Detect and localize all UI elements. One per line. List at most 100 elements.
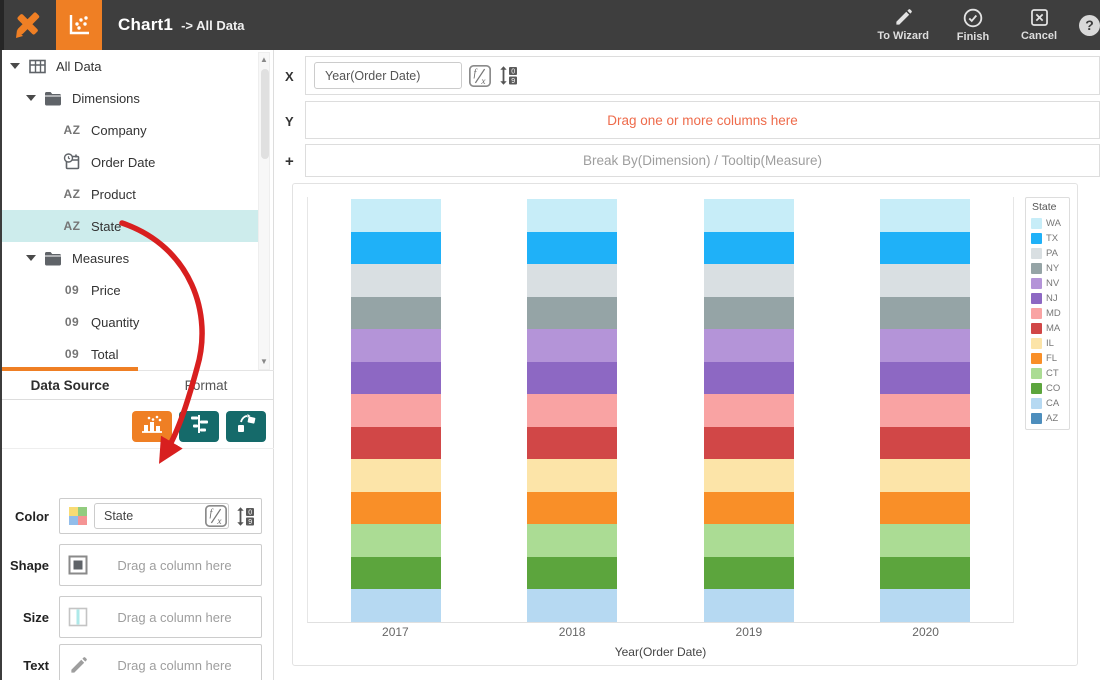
bar-segment-NY[interactable] bbox=[880, 297, 970, 330]
transpose-chart-type-button[interactable] bbox=[226, 411, 266, 442]
tree-item-total[interactable]: 09Total bbox=[2, 338, 258, 370]
sort-order-button[interactable]: 09 bbox=[499, 65, 518, 86]
bar-segment-FL[interactable] bbox=[527, 492, 617, 525]
bar-segment-NJ[interactable] bbox=[880, 362, 970, 395]
legend-item-CT[interactable]: CT bbox=[1026, 366, 1069, 381]
app-logo-icon[interactable] bbox=[0, 0, 56, 50]
bar-segment-CT[interactable] bbox=[704, 524, 794, 557]
bar-segment-CO[interactable] bbox=[880, 557, 970, 590]
tree-item-all-data[interactable]: All Data bbox=[2, 50, 258, 82]
color-drop-zone[interactable]: Statefx 09 bbox=[59, 498, 262, 534]
bar-chart-type-button[interactable] bbox=[132, 411, 172, 442]
bar-segment-PA[interactable] bbox=[880, 264, 970, 297]
legend-item-IL[interactable]: IL bbox=[1026, 336, 1069, 351]
bar-segment-MD[interactable] bbox=[880, 394, 970, 427]
legend-item-PA[interactable]: PA bbox=[1026, 246, 1069, 261]
butterfly-chart-type-button[interactable] bbox=[179, 411, 219, 442]
bar-segment-TX[interactable] bbox=[880, 232, 970, 265]
bar-segment-MD[interactable] bbox=[527, 394, 617, 427]
bar-segment-PA[interactable] bbox=[704, 264, 794, 297]
bar-segment-WA[interactable] bbox=[351, 199, 441, 232]
bar-segment-WA[interactable] bbox=[704, 199, 794, 232]
bar-segment-CT[interactable] bbox=[880, 524, 970, 557]
bar-segment-CO[interactable] bbox=[527, 557, 617, 590]
bar-segment-FL[interactable] bbox=[880, 492, 970, 525]
stacked-bar-2018[interactable] bbox=[527, 199, 617, 622]
bar-segment-TX[interactable] bbox=[351, 232, 441, 265]
fx-formula-button[interactable]: fx bbox=[468, 64, 492, 88]
tree-item-dimensions[interactable]: Dimensions bbox=[2, 82, 258, 114]
scrollbar-thumb[interactable] bbox=[261, 69, 269, 159]
color-column-pill[interactable]: Statefx bbox=[94, 503, 229, 529]
legend-item-NJ[interactable]: NJ bbox=[1026, 291, 1069, 306]
caret-down-icon[interactable] bbox=[26, 255, 36, 261]
bar-segment-CT[interactable] bbox=[351, 524, 441, 557]
tree-item-state[interactable]: AZState bbox=[2, 210, 258, 242]
bar-segment-WA[interactable] bbox=[527, 199, 617, 232]
shape-drop-zone[interactable]: Drag a column here bbox=[59, 544, 262, 586]
bar-segment-IL[interactable] bbox=[351, 459, 441, 492]
bar-segment-IL[interactable] bbox=[527, 459, 617, 492]
bar-segment-MD[interactable] bbox=[704, 394, 794, 427]
tab-data-source[interactable]: Data Source bbox=[2, 371, 138, 399]
fx-formula-button[interactable]: fx bbox=[204, 504, 228, 528]
bar-segment-NY[interactable] bbox=[704, 297, 794, 330]
bar-segment-NJ[interactable] bbox=[704, 362, 794, 395]
legend-item-WA[interactable]: WA bbox=[1026, 216, 1069, 231]
finish-button[interactable]: Finish bbox=[951, 8, 995, 43]
bar-segment-MA[interactable] bbox=[880, 427, 970, 460]
bar-segment-PA[interactable] bbox=[527, 264, 617, 297]
chart-module-tab[interactable] bbox=[56, 0, 102, 50]
tree-scrollbar[interactable]: ▲ ▼ bbox=[258, 52, 270, 370]
tree-item-product[interactable]: AZProduct bbox=[2, 178, 258, 210]
bar-segment-NY[interactable] bbox=[527, 297, 617, 330]
bar-segment-MA[interactable] bbox=[527, 427, 617, 460]
tree-item-price[interactable]: 09Price bbox=[2, 274, 258, 306]
bar-segment-NJ[interactable] bbox=[351, 362, 441, 395]
bar-segment-CO[interactable] bbox=[704, 557, 794, 590]
cancel-button[interactable]: Cancel bbox=[1017, 8, 1061, 42]
caret-down-icon[interactable] bbox=[26, 95, 36, 101]
break-by-drop-zone[interactable]: Break By(Dimension) / Tooltip(Measure) bbox=[305, 144, 1100, 177]
bar-segment-CA[interactable] bbox=[351, 589, 441, 622]
tree-item-order-date[interactable]: Order Date bbox=[2, 146, 258, 178]
bar-segment-MD[interactable] bbox=[351, 394, 441, 427]
bar-segment-NJ[interactable] bbox=[527, 362, 617, 395]
legend-item-AZ[interactable]: AZ bbox=[1026, 411, 1069, 426]
legend-item-FL[interactable]: FL bbox=[1026, 351, 1069, 366]
bar-segment-NY[interactable] bbox=[351, 297, 441, 330]
bar-segment-CO[interactable] bbox=[351, 557, 441, 590]
scroll-down-icon[interactable]: ▼ bbox=[260, 355, 268, 369]
legend-item-CO[interactable]: CO bbox=[1026, 381, 1069, 396]
bar-segment-IL[interactable] bbox=[704, 459, 794, 492]
help-button[interactable]: ? bbox=[1079, 15, 1100, 36]
stacked-bar-2019[interactable] bbox=[704, 199, 794, 622]
legend-item-MA[interactable]: MA bbox=[1026, 321, 1069, 336]
bar-segment-WA[interactable] bbox=[880, 199, 970, 232]
sort-order-button[interactable]: 09 bbox=[236, 506, 255, 527]
tree-item-company[interactable]: AZCompany bbox=[2, 114, 258, 146]
y-axis-drop-zone[interactable]: Drag one or more columns here bbox=[305, 101, 1100, 139]
x-axis-drop-zone[interactable]: Year(Order Date) fx 09 bbox=[305, 56, 1100, 95]
bar-segment-FL[interactable] bbox=[704, 492, 794, 525]
bar-segment-CA[interactable] bbox=[880, 589, 970, 622]
tab-format[interactable]: Format bbox=[138, 371, 274, 399]
text-drop-zone[interactable]: Drag a column here bbox=[59, 644, 262, 680]
bar-segment-CA[interactable] bbox=[527, 589, 617, 622]
bar-segment-NV[interactable] bbox=[704, 329, 794, 362]
stacked-bar-2017[interactable] bbox=[351, 199, 441, 622]
bar-segment-NV[interactable] bbox=[880, 329, 970, 362]
legend-item-MD[interactable]: MD bbox=[1026, 306, 1069, 321]
x-column-pill[interactable]: Year(Order Date) bbox=[314, 62, 462, 89]
bar-segment-MA[interactable] bbox=[351, 427, 441, 460]
bar-segment-CA[interactable] bbox=[704, 589, 794, 622]
stacked-bar-2020[interactable] bbox=[880, 199, 970, 622]
caret-down-icon[interactable] bbox=[10, 63, 20, 69]
scroll-up-icon[interactable]: ▲ bbox=[260, 53, 268, 67]
bar-segment-FL[interactable] bbox=[351, 492, 441, 525]
tree-item-quantity[interactable]: 09Quantity bbox=[2, 306, 258, 338]
bar-segment-TX[interactable] bbox=[527, 232, 617, 265]
bar-segment-IL[interactable] bbox=[880, 459, 970, 492]
legend-item-NY[interactable]: NY bbox=[1026, 261, 1069, 276]
bar-segment-MA[interactable] bbox=[704, 427, 794, 460]
